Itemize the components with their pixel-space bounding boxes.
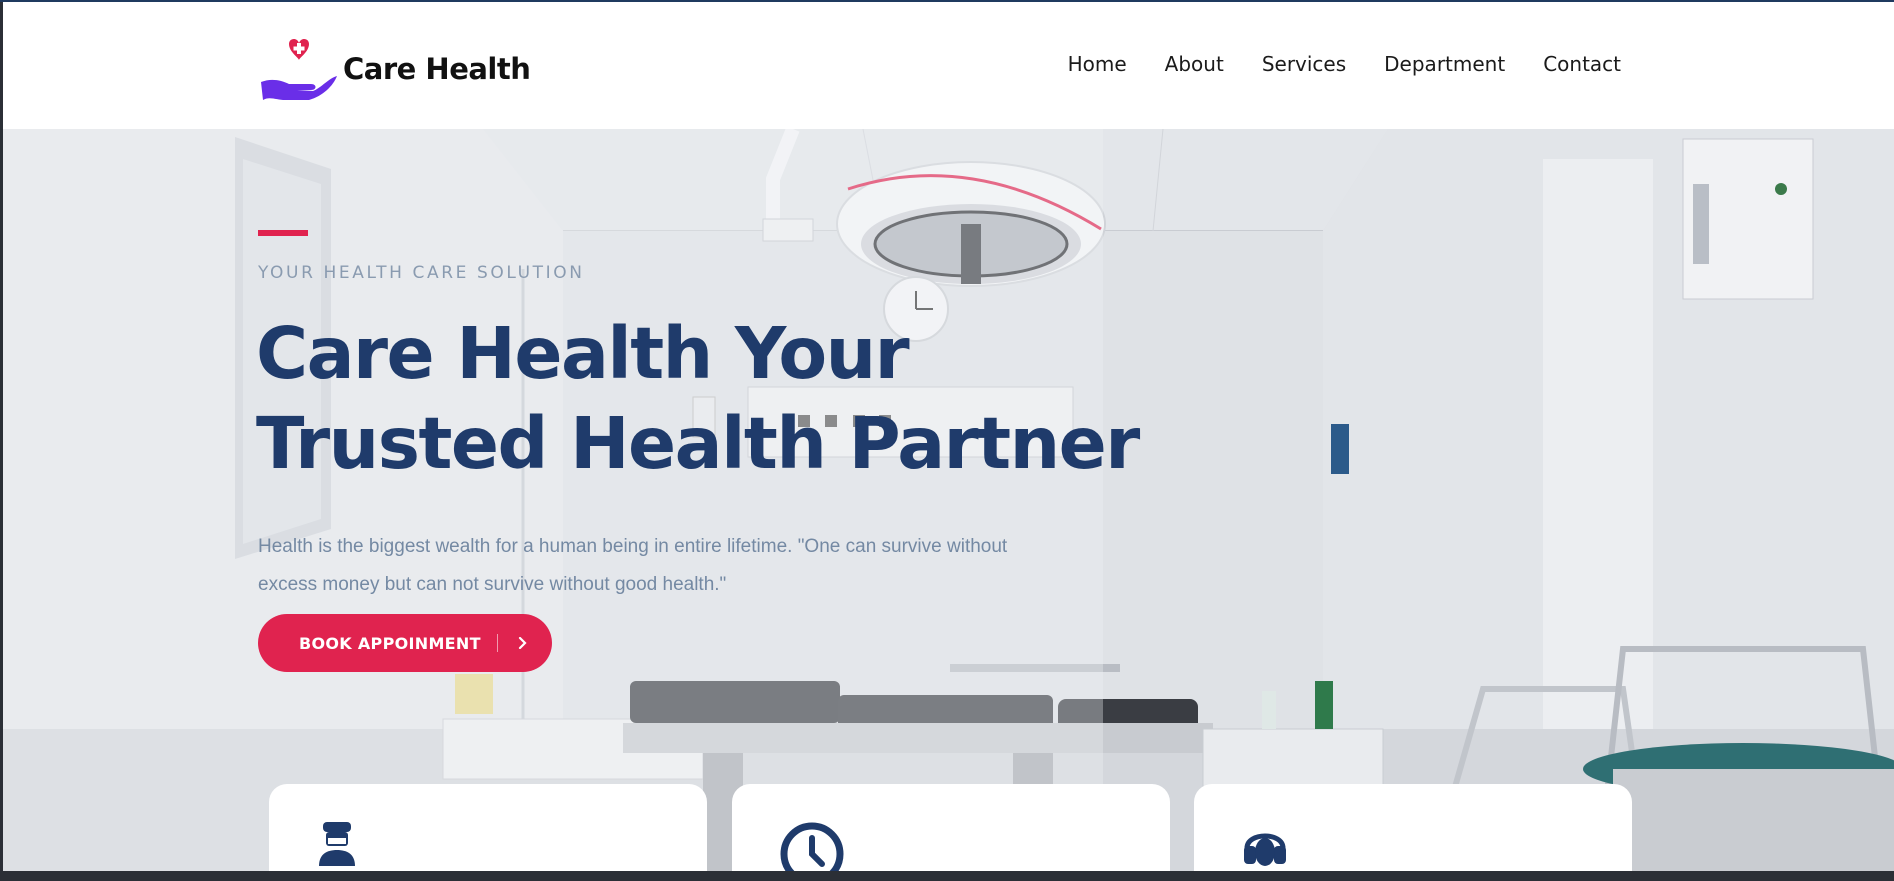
headset-icon: [1244, 833, 1286, 866]
hero-lead-text: Health is the biggest wealth for a human…: [258, 536, 1008, 595]
hero-headline: Care Health Your Trusted Health Partner: [256, 309, 1156, 489]
main-nav: Home About Services Department Contact: [1068, 52, 1621, 76]
doctor-icon: [319, 822, 355, 866]
heart-hand-icon: [261, 38, 337, 100]
feature-card-doctors[interactable]: [269, 784, 707, 871]
button-separator: [496, 634, 498, 652]
hero-headline-line-1: Care Health Your: [256, 312, 910, 395]
hero-headline-line-2: Trusted Health Partner: [256, 402, 1140, 485]
book-appointment-button[interactable]: BOOK APPOINMENT: [258, 614, 552, 672]
window-bottom-border: [0, 871, 1894, 881]
clock-icon: [780, 822, 844, 871]
browser-viewport: Care Health Home About Services Departme…: [3, 2, 1894, 871]
feature-card-support[interactable]: [1194, 784, 1632, 871]
nav-item-services[interactable]: Services: [1262, 52, 1346, 76]
operating-room-background: [3, 129, 1894, 871]
book-appointment-label: BOOK APPOINMENT: [299, 633, 481, 653]
site-header: Care Health Home About Services Departme…: [3, 2, 1894, 129]
hero-accent-bar: [258, 230, 308, 236]
feature-card-hours[interactable]: [732, 784, 1170, 871]
nav-item-department[interactable]: Department: [1384, 52, 1505, 76]
nav-item-contact[interactable]: Contact: [1543, 52, 1621, 76]
hero-section: YOUR HEALTH CARE SOLUTION Care Health Yo…: [3, 129, 1894, 871]
brand-logo[interactable]: Care Health: [259, 38, 531, 100]
hero-eyebrow: YOUR HEALTH CARE SOLUTION: [258, 263, 585, 283]
chevron-right-icon: [518, 637, 527, 649]
nav-item-about[interactable]: About: [1165, 52, 1224, 76]
brand-name: Care Health: [343, 52, 531, 86]
nav-item-home[interactable]: Home: [1068, 52, 1127, 76]
